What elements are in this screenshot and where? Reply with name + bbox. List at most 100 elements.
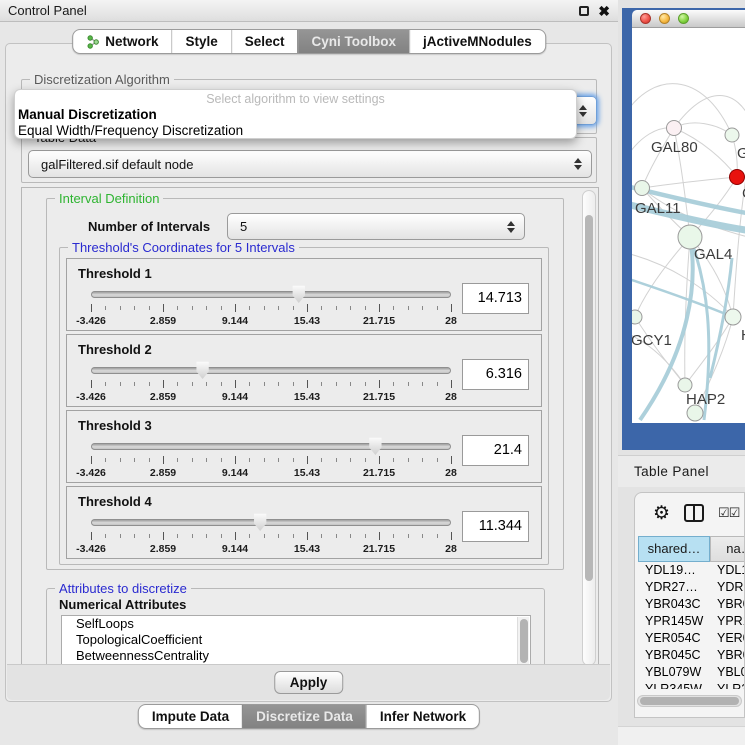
network-edge[interactable]: [635, 237, 690, 317]
slider-tick: [422, 458, 423, 462]
threshold-value-field[interactable]: 21.4: [462, 435, 529, 466]
table-data-select[interactable]: galFiltered.sif default node: [28, 150, 592, 178]
network-node[interactable]: [725, 128, 739, 142]
slider-tick: [379, 380, 380, 388]
threshold-value-field[interactable]: 6.316: [462, 359, 529, 390]
slider-tick: [336, 382, 337, 386]
threshold-value-field[interactable]: 11.344: [462, 511, 529, 542]
network-edge[interactable]: [674, 123, 732, 135]
tab-infer-network[interactable]: Infer Network: [366, 705, 479, 728]
slider-tick: [336, 306, 337, 310]
table-cell: YBR0: [710, 596, 744, 613]
slider-thumb[interactable]: [292, 285, 306, 303]
number-of-intervals-select[interactable]: 5: [227, 213, 525, 240]
slider-tick-label: 15.43: [294, 467, 320, 479]
dropdown-item[interactable]: Manual Discretization: [15, 107, 576, 123]
attribute-list-item[interactable]: SelfLoops: [62, 616, 530, 632]
tab-network[interactable]: Network: [73, 30, 171, 53]
tab-label: Discretize Data: [256, 709, 353, 724]
tab-jactivemnodules[interactable]: jActiveMNodules: [409, 30, 545, 53]
network-edge-highlighted[interactable]: [632, 278, 733, 317]
table-data-group: Table Data galFiltered.sif default node: [21, 137, 597, 183]
threshold-slider[interactable]: -3.4262.8599.14415.4321.71528: [91, 362, 451, 406]
table-row[interactable]: YPR145WYPR1: [638, 613, 744, 630]
scrollbar-thumb[interactable]: [520, 619, 528, 663]
slider-tick: [235, 380, 236, 388]
table-row[interactable]: YER054CYER0: [638, 630, 744, 647]
table-panel-titlebar: Table Panel: [618, 455, 745, 487]
network-node[interactable]: [725, 309, 741, 325]
network-edge[interactable]: [642, 128, 674, 188]
scrollbar-thumb[interactable]: [640, 697, 739, 705]
network-edge-highlighted[interactable]: [640, 237, 693, 420]
table-row[interactable]: YLR345WYLR3: [638, 681, 744, 689]
threshold-slider[interactable]: -3.4262.8599.14415.4321.71528: [91, 514, 451, 558]
table-horizontal-scrollbar[interactable]: [637, 695, 742, 707]
slider-track[interactable]: [91, 367, 451, 374]
tab-label: jActiveMNodules: [423, 34, 532, 49]
threshold-slider[interactable]: -3.4262.8599.14415.4321.71528: [91, 286, 451, 330]
network-node[interactable]: [667, 121, 682, 136]
close-icon[interactable]: ✖: [598, 4, 610, 18]
slider-thumb[interactable]: [253, 513, 267, 531]
tab-cyni-toolbox[interactable]: Cyni Toolbox: [298, 30, 410, 53]
bottom-tab-bar: Impute Data Discretize Data Infer Network: [138, 704, 480, 729]
slider-track[interactable]: [91, 443, 451, 450]
network-node-label: GCY1: [632, 332, 672, 349]
slider-thumb[interactable]: [368, 437, 382, 455]
table-row[interactable]: YDR27…YDR2: [638, 579, 744, 596]
network-node[interactable]: [632, 310, 642, 324]
float-window-icon[interactable]: [579, 6, 589, 16]
node-table[interactable]: shared…na… YDL19…YDL1YDR27…YDR2YBR043CYB…: [638, 536, 744, 689]
tab-discretize-data[interactable]: Discretize Data: [242, 705, 366, 728]
network-node[interactable]: [678, 378, 692, 392]
gear-icon[interactable]: ⚙: [653, 504, 670, 523]
numerical-attributes-list[interactable]: SelfLoopsTopologicalCoefficientBetweenne…: [61, 615, 531, 667]
table-row[interactable]: YDL19…YDL1: [638, 562, 744, 579]
slider-tick: [379, 456, 380, 464]
table-row[interactable]: YBR045CYBR0: [638, 647, 744, 664]
slider-track[interactable]: [91, 519, 451, 526]
slider-tick: [120, 458, 121, 462]
dropdown-placeholder-item[interactable]: Select algorithm to view settings: [15, 91, 576, 107]
column-header[interactable]: shared…: [638, 536, 710, 562]
slider-track[interactable]: [91, 291, 451, 298]
slider-thumb[interactable]: [196, 361, 210, 379]
settings-vertical-scrollbar[interactable]: [582, 190, 596, 666]
attributes-list-scrollbar[interactable]: [517, 617, 529, 667]
slider-tick-label: 21.715: [363, 391, 395, 403]
select-columns-checkboxes-icon[interactable]: ☑☑: [718, 505, 739, 521]
threshold-panel: Threshold 1-3.4262.8599.14415.4321.71528…: [66, 258, 542, 331]
network-edge[interactable]: [642, 177, 737, 188]
tab-label: Network: [105, 34, 158, 49]
attribute-list-item[interactable]: TopologicalCoefficient: [62, 632, 530, 648]
tab-impute-data[interactable]: Impute Data: [139, 705, 242, 728]
network-node-label: GAL11: [635, 200, 681, 217]
column-header[interactable]: na…: [710, 536, 744, 562]
threshold-slider[interactable]: -3.4262.8599.14415.4321.71528: [91, 438, 451, 482]
slider-tick: [134, 458, 135, 462]
network-node[interactable]: [635, 181, 650, 196]
slider-tick: [365, 382, 366, 386]
network-canvas[interactable]: GAL80G.CGAL11GAL4GCY1HHAP2: [632, 28, 745, 423]
table-row[interactable]: YBL079WYBL0: [638, 664, 744, 681]
table-row[interactable]: YBR043CYBR0: [638, 596, 744, 613]
slider-tick: [437, 534, 438, 538]
tab-label: Style: [185, 34, 217, 49]
tab-select[interactable]: Select: [231, 30, 298, 53]
scrollbar-thumb[interactable]: [585, 215, 593, 581]
slider-tick: [192, 382, 193, 386]
slider-tick: [278, 458, 279, 462]
attribute-list-item[interactable]: BetweennessCentrality: [62, 648, 530, 664]
columns-icon[interactable]: [684, 504, 704, 522]
network-node[interactable]: [730, 170, 745, 185]
mac-minimize-icon[interactable]: [659, 13, 670, 24]
slider-tick: [177, 458, 178, 462]
dropdown-item[interactable]: Equal Width/Frequency Discretization: [15, 123, 576, 139]
tab-style[interactable]: Style: [171, 30, 230, 53]
mac-zoom-icon[interactable]: [678, 13, 689, 24]
slider-tick-label: 28: [445, 315, 457, 327]
threshold-value-field[interactable]: 14.713: [462, 283, 529, 314]
mac-close-icon[interactable]: [640, 13, 651, 24]
apply-button[interactable]: Apply: [274, 671, 344, 694]
